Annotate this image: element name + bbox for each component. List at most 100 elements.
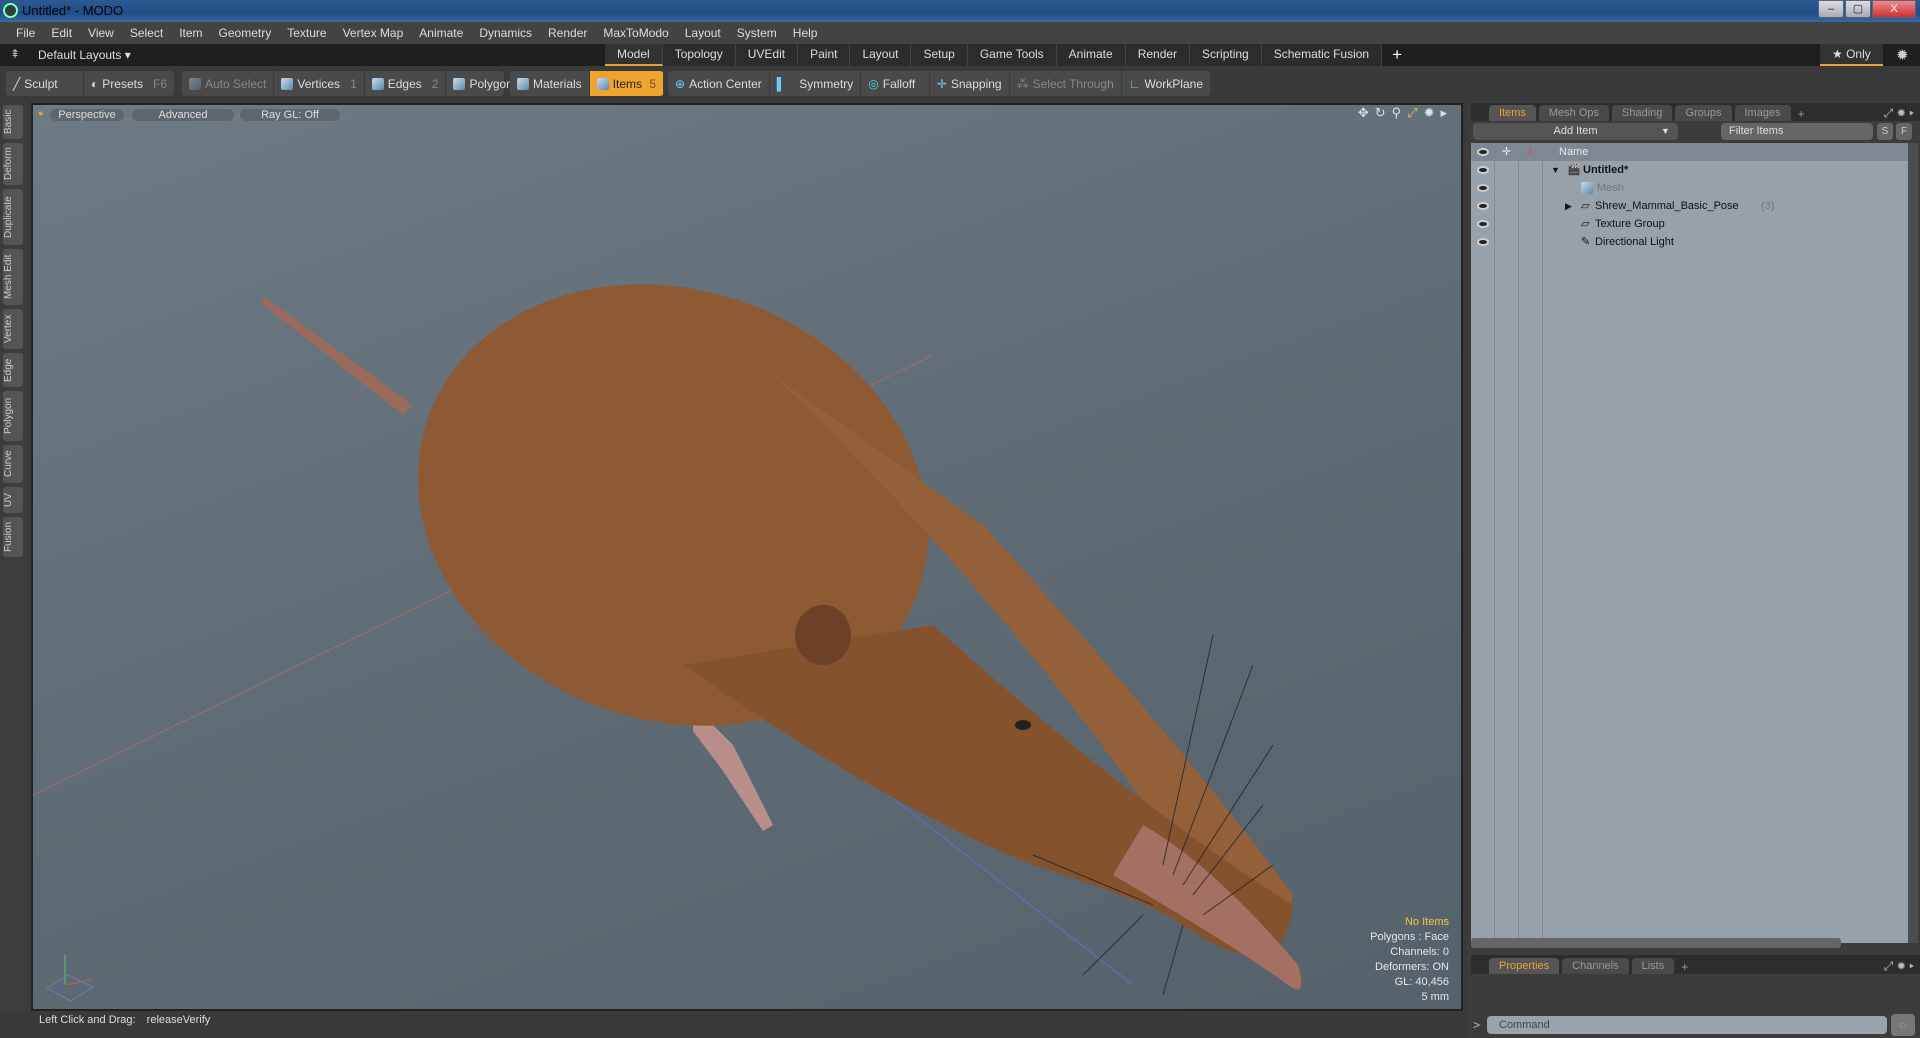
eye-icon[interactable] <box>1477 238 1489 246</box>
menu-layout[interactable]: Layout <box>677 26 729 40</box>
snapping-button[interactable]: ✛ Snapping <box>930 71 1010 96</box>
menu-edit[interactable]: Edit <box>43 26 80 40</box>
tab-layout[interactable]: Layout <box>850 44 912 66</box>
tab-groups[interactable]: Groups <box>1675 105 1732 121</box>
tab-model[interactable]: Model <box>605 44 663 66</box>
menu-geometry[interactable]: Geometry <box>211 26 280 40</box>
materials-button[interactable]: Materials <box>510 71 590 96</box>
vtab-basic[interactable]: Basic <box>3 105 23 139</box>
menu-texture[interactable]: Texture <box>279 26 334 40</box>
presets-button[interactable]: ◐ Presets F6 <box>84 71 174 96</box>
menu-system[interactable]: System <box>729 26 785 40</box>
menu-select[interactable]: Select <box>122 26 171 40</box>
add-tab-button[interactable]: + <box>1382 44 1412 66</box>
menu-view[interactable]: View <box>80 26 122 40</box>
tree-row-texture-group[interactable]: ▱ Texture Group <box>1471 215 1908 233</box>
vtab-curve[interactable]: Curve <box>3 445 23 483</box>
eye-icon[interactable] <box>1477 184 1489 192</box>
symmetry-button[interactable]: ▌ Symmetry <box>770 71 862 96</box>
menu-file[interactable]: File <box>8 26 43 40</box>
tab-items[interactable]: Items <box>1489 105 1536 121</box>
gear-icon[interactable]: ✹ <box>1896 46 1909 64</box>
maximize-button[interactable]: ▢ <box>1845 0 1871 18</box>
collapse-arrow-icon[interactable]: ▼ <box>1551 161 1560 179</box>
add-properties-tab-button[interactable]: + <box>1677 960 1692 974</box>
eye-icon[interactable] <box>1477 166 1489 174</box>
advanced-button[interactable]: Advanced <box>131 108 235 122</box>
menu-item[interactable]: Item <box>171 26 210 40</box>
close-button[interactable]: X <box>1872 0 1916 18</box>
tab-setup[interactable]: Setup <box>911 44 968 66</box>
menu-help[interactable]: Help <box>785 26 826 40</box>
tab-lists[interactable]: Lists <box>1631 958 1675 974</box>
vtab-vertex[interactable]: Vertex <box>3 309 23 349</box>
tab-properties[interactable]: Properties <box>1489 958 1560 974</box>
command-input[interactable]: Command <box>1487 1016 1887 1034</box>
record-macro-icon[interactable]: ○ <box>1891 1014 1915 1036</box>
tree-row-untitled[interactable]: ▼ 🎬 Untitled* <box>1471 161 1908 179</box>
panel-options-icon[interactable]: ⤢ ✹ ▸ <box>1884 106 1920 121</box>
zoom-icon[interactable]: ⚲ <box>1392 105 1402 121</box>
vtab-edge[interactable]: Edge <box>3 353 23 387</box>
filter-s-button[interactable]: S <box>1877 123 1893 140</box>
vtab-uv[interactable]: UV <box>3 487 23 513</box>
select-through-button[interactable]: ⁂ Select Through <box>1010 71 1122 96</box>
tree-row-directional-light[interactable]: ✎ Directional Light <box>1471 233 1908 251</box>
action-center-button[interactable]: ⊕ Action Center <box>668 71 770 96</box>
vertices-button[interactable]: Vertices 1 <box>274 71 365 96</box>
auto-select-button[interactable]: Auto Select <box>182 71 275 96</box>
minimize-button[interactable]: – <box>1818 0 1844 18</box>
tree-horizontal-scrollbar[interactable] <box>1471 938 1841 948</box>
vtab-duplicate[interactable]: Duplicate <box>3 189 23 245</box>
tab-scripting[interactable]: Scripting <box>1190 44 1262 66</box>
filter-f-button[interactable]: F <box>1896 123 1912 140</box>
edges-button[interactable]: Edges 2 <box>365 71 447 96</box>
menu-render[interactable]: Render <box>540 26 595 40</box>
tab-topology[interactable]: Topology <box>662 44 736 66</box>
add-item-button[interactable]: Add Item <box>1473 123 1678 140</box>
vtab-fusion[interactable]: Fusion <box>3 517 23 557</box>
eye-icon[interactable] <box>1477 202 1489 210</box>
workplane-button[interactable]: ∟ WorkPlane <box>1122 71 1210 96</box>
eye-icon[interactable] <box>1477 220 1489 228</box>
tab-uvedit[interactable]: UVEdit <box>735 44 799 66</box>
tab-mesh-ops[interactable]: Mesh Ops <box>1538 105 1610 121</box>
menu-dynamics[interactable]: Dynamics <box>471 26 540 40</box>
tab-game-tools[interactable]: Game Tools <box>967 44 1057 66</box>
tree-row-mesh[interactable]: Mesh <box>1471 179 1908 197</box>
tab-paint[interactable]: Paint <box>798 44 851 66</box>
properties-options-icon[interactable]: ⤢ ✹ ▸ <box>1884 959 1920 974</box>
expand-arrow-icon[interactable]: ▸ <box>1440 105 1447 121</box>
vtab-mesh-edit[interactable]: Mesh Edit <box>3 249 23 305</box>
vtab-deform[interactable]: Deform <box>3 143 23 185</box>
viewport-gear-icon[interactable]: ✹ <box>1424 105 1435 121</box>
only-toggle[interactable]: ★ Only <box>1820 44 1883 66</box>
menu-animate[interactable]: Animate <box>411 26 471 40</box>
tab-shading[interactable]: Shading <box>1612 105 1673 121</box>
tab-channels[interactable]: Channels <box>1562 958 1629 974</box>
rotate-icon[interactable]: ↻ <box>1375 105 1386 121</box>
maximize-icon[interactable]: ⤢ <box>1407 105 1417 121</box>
default-layouts-dropdown[interactable]: Default Layouts ▾ <box>38 48 131 62</box>
expand-arrow-icon[interactable]: ▶ <box>1565 197 1572 215</box>
menu-vertex-map[interactable]: Vertex Map <box>335 26 412 40</box>
add-panel-tab-button[interactable]: + <box>1794 107 1809 121</box>
tab-schematic-fusion[interactable]: Schematic Fusion <box>1261 44 1383 66</box>
tab-images[interactable]: Images <box>1734 105 1791 121</box>
tab-render[interactable]: Render <box>1125 44 1191 66</box>
vtab-polygon[interactable]: Polygon <box>3 391 23 441</box>
items-button[interactable]: Items 5 <box>589 71 664 96</box>
filter-items-input[interactable]: Filter Items <box>1721 123 1873 140</box>
3d-viewport[interactable]: ● Perspective Advanced Ray GL: Off ✥ ↻ ⚲ ⤢ ✹… <box>31 103 1463 1011</box>
tree-row-shrew[interactable]: ▶ ▱ Shrew_Mammal_Basic_Pose (3) <box>1471 197 1908 215</box>
menu-maxtomodo[interactable]: MaxToModo <box>595 26 676 40</box>
perspective-button[interactable]: Perspective <box>49 108 125 122</box>
pan-icon[interactable]: ✥ <box>1358 105 1369 121</box>
raygl-button[interactable]: Ray GL: Off <box>239 108 341 122</box>
layout-arrow-icon[interactable]: ⇞ <box>10 47 20 61</box>
tab-animate[interactable]: Animate <box>1056 44 1126 66</box>
add-item-dropdown-icon[interactable]: ▼ <box>1653 123 1678 140</box>
viewport-menu-dot-icon[interactable]: ● <box>38 108 43 118</box>
falloff-button[interactable]: ◎ Falloff <box>861 71 930 96</box>
sculpt-button[interactable]: ╱ Sculpt <box>6 71 85 96</box>
